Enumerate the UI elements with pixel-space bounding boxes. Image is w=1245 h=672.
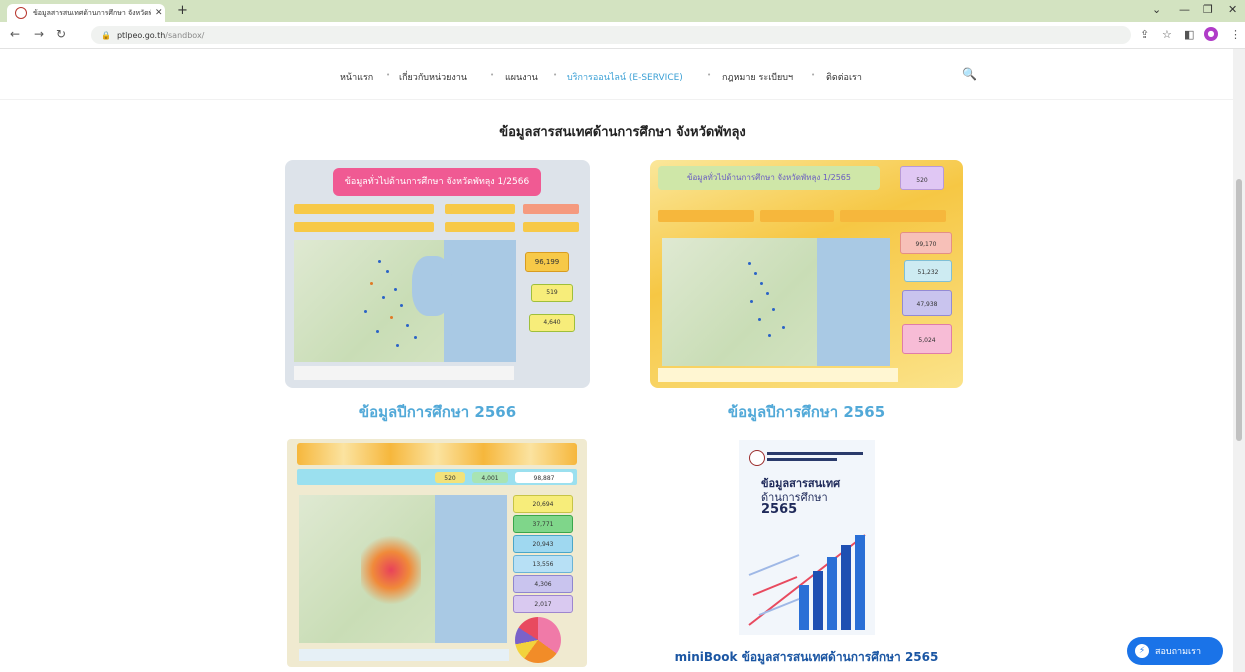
filter-bar (840, 210, 946, 222)
kpi-schools: 519 (531, 284, 573, 302)
close-tab-icon[interactable]: ✕ (155, 8, 163, 18)
nav-item-law[interactable]: กฎหมาย ระเบียบฯ (722, 70, 793, 84)
nav-separator: • (490, 71, 495, 79)
filter-bar (523, 222, 579, 232)
minibook-cover[interactable]: ข้อมูลสารสนเทศ ด้านการศึกษา 2565 (739, 440, 875, 635)
nav-separator: • (811, 71, 816, 79)
back-icon[interactable]: ← (10, 27, 20, 41)
kpi-teachers: 4,640 (529, 314, 575, 332)
kpi-teachers: 5,024 (902, 324, 952, 354)
nav-item-plan[interactable]: แผนงาน (505, 70, 538, 84)
new-tab-icon[interactable]: + (177, 3, 188, 18)
kpi-students: 99,170 (900, 232, 952, 254)
chat-button[interactable]: ⚡ สอบถามเรา (1127, 637, 1223, 665)
search-icon[interactable]: 🔍 (962, 67, 977, 81)
nav-item-contact[interactable]: ติดต่อเรา (826, 70, 862, 84)
caption-2566[interactable]: ข้อมูลปีการศึกษา 2566 (285, 400, 590, 424)
menu-kebab-icon[interactable]: ⋮ (1230, 28, 1241, 41)
filter-bar (523, 204, 579, 214)
kpi-value-6: 2,017 (513, 595, 573, 613)
browser-tab-strip: ข้อมูลสารสนเทศด้านการศึกษา จังหวัดพัทลุง… (0, 0, 1245, 22)
kpi-value-1: 20,694 (513, 495, 573, 513)
filter-bar (658, 210, 754, 222)
restore-icon[interactable]: ❐ (1203, 3, 1213, 16)
dashboard-banner: ข้อมูลทั่วไปด้านการศึกษา จังหวัดพัทลุง 1… (658, 166, 880, 190)
kpi-students: 96,199 (525, 252, 569, 272)
bookmark-star-icon[interactable]: ☆ (1162, 28, 1172, 41)
filter-bar (294, 204, 434, 214)
filter-bar (445, 204, 515, 214)
school-map (662, 238, 890, 366)
kpi-value-4: 13,556 (513, 555, 573, 573)
site-favicon-icon (15, 7, 27, 19)
tab-title: ข้อมูลสารสนเทศด้านการศึกษา จังหวัดพัทลุง (33, 8, 151, 17)
rising-bar-illustration (748, 534, 866, 630)
page-scrollbar[interactable] (1233, 49, 1245, 672)
site-navigation: หน้าแรก • เกี่ยวกับหน่วยงาน • แผนงาน • บ… (0, 49, 1245, 100)
dashboard-2565-thumbnail[interactable]: ข้อมูลทั่วไปด้านการศึกษา จังหวัดพัทลุง 1… (650, 160, 963, 388)
scrollbar-thumb[interactable] (1236, 179, 1242, 441)
caption-2565[interactable]: ข้อมูลปีการศึกษา 2565 (650, 400, 963, 424)
nav-item-home[interactable]: หน้าแรก (340, 70, 373, 84)
minimize-icon[interactable]: — (1179, 3, 1190, 16)
filter-bar (445, 222, 515, 232)
kpi-schools-top: 520 (900, 166, 944, 190)
office-name-strip (767, 452, 863, 455)
kpi-schools-top: 520 (435, 472, 465, 483)
nav-item-eservice[interactable]: บริการออนไลน์ (E-SERVICE) (567, 70, 683, 84)
office-logo-icon (749, 450, 765, 466)
forward-icon[interactable]: → (34, 27, 44, 41)
messenger-icon: ⚡ (1135, 644, 1149, 658)
kpi-students-top: 98,887 (515, 472, 573, 483)
filter-bar (294, 222, 434, 232)
nav-separator: • (386, 71, 391, 79)
browser-tab[interactable]: ข้อมูลสารสนเทศด้านการศึกษา จังหวัดพัทลุง… (7, 4, 165, 22)
address-bar[interactable]: 🔒 ptlpeo.go.th/sandbox/ (91, 26, 1131, 44)
caption-minibook[interactable]: miniBook ข้อมูลสารสนเทศด้านการศึกษา 2565 (650, 648, 963, 667)
share-icon[interactable]: ⇪ (1140, 28, 1149, 41)
side-panel-icon[interactable]: ◧ (1184, 28, 1194, 41)
nav-item-about[interactable]: เกี่ยวกับหน่วยงาน (399, 70, 467, 84)
dashboard-2566-thumbnail[interactable]: ข้อมูลทั่วไปด้านการศึกษา จังหวัดพัทลุง 1… (285, 160, 590, 388)
reload-icon[interactable]: ↻ (56, 27, 66, 41)
browser-toolbar: ← → ↻ 🔒 ptlpeo.go.th/sandbox/ ⇪ ☆ ◧ ⋮ (0, 22, 1245, 49)
close-window-icon[interactable]: ✕ (1228, 3, 1237, 16)
map-legend (294, 366, 514, 380)
filter-bar (760, 210, 834, 222)
school-map (294, 240, 516, 362)
kpi-value-2: 37,771 (513, 515, 573, 533)
kpi-male-students: 51,232 (904, 260, 952, 282)
kpi-classrooms-top: 4,001 (472, 472, 508, 483)
url-text: ptlpeo.go.th/sandbox/ (116, 30, 205, 40)
nav-separator: • (707, 71, 712, 79)
heatmap (299, 495, 507, 643)
lock-icon: 🔒 (101, 30, 111, 40)
nav-separator: • (553, 71, 558, 79)
dashboard-infographic-thumbnail[interactable]: 520 4,001 98,887 20,694 37,771 20,943 13… (287, 439, 587, 667)
pie-chart (515, 617, 561, 663)
dashboard-banner: ข้อมูลทั่วไปด้านการศึกษา จังหวัดพัทลุง 1… (333, 168, 541, 196)
kpi-value-5: 4,306 (513, 575, 573, 593)
kpi-value-3: 20,943 (513, 535, 573, 553)
map-legend (658, 368, 898, 382)
illustration-strip (297, 443, 577, 465)
chat-button-label: สอบถามเรา (1155, 647, 1202, 657)
page-title: ข้อมูลสารสนเทศด้านการศึกษา จังหวัดพัทลุง (499, 125, 746, 140)
profile-avatar[interactable]: ● (1204, 27, 1218, 41)
kpi-female-students: 47,938 (902, 290, 952, 316)
office-name-strip (767, 458, 837, 461)
map-legend (299, 649, 509, 661)
chevron-down-icon[interactable]: ⌄ (1152, 3, 1161, 16)
